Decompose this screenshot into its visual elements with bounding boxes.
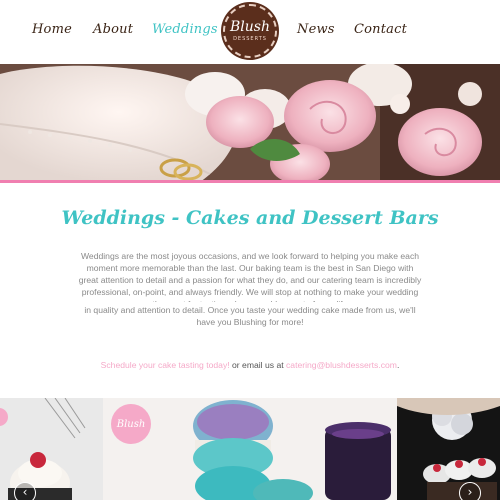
cupcake-illustration [0,398,103,500]
nav-weddings-link[interactable]: Weddings [152,22,218,37]
cta-end-text: . [396,360,400,370]
cta-middle-text: or email us at [229,360,286,370]
logo-subtitle: DESSERTS [233,36,267,42]
hero-illustration [0,64,500,182]
cta-line: Schedule your cake tasting today! or ema… [0,360,500,370]
gallery-carousel: ‹ Blush › [0,398,500,500]
chevron-left-icon[interactable]: ‹ [14,482,36,500]
gallery-cupcake-image[interactable]: ‹ [0,398,103,500]
dessert-bar-illustration [397,398,500,500]
hero-divider [0,180,500,183]
page-title: Weddings - Cakes and Dessert Bars [61,207,439,229]
schedule-tasting-link[interactable]: Schedule your cake tasting today! [101,360,230,370]
catering-email-link[interactable]: catering@blushdesserts.com [286,360,397,370]
blush-logo[interactable]: Blush DESSERTS [223,4,277,58]
top-navigation: Home About Weddings Blush DESSERTS News … [0,0,500,64]
chevron-right-icon[interactable]: › [459,482,481,500]
gallery-macaron-image[interactable]: Blush [103,398,397,500]
gallery-dessert-bar-image[interactable]: › [397,398,500,500]
logo-wordmark: Blush [230,19,270,35]
intro-paragraph: Weddings are the most joyous occasions, … [78,251,422,302]
nav-contact-link[interactable]: Contact [354,22,407,37]
nav-home-link[interactable]: Home [32,22,72,37]
nav-news-link[interactable]: News [297,22,335,37]
gallery-blush-badge: Blush [111,404,151,444]
closing-paragraph: in quality and attention to detail. Once… [84,305,416,327]
hero-wedding-cake-image [0,64,500,182]
nav-about-link[interactable]: About [93,22,133,37]
